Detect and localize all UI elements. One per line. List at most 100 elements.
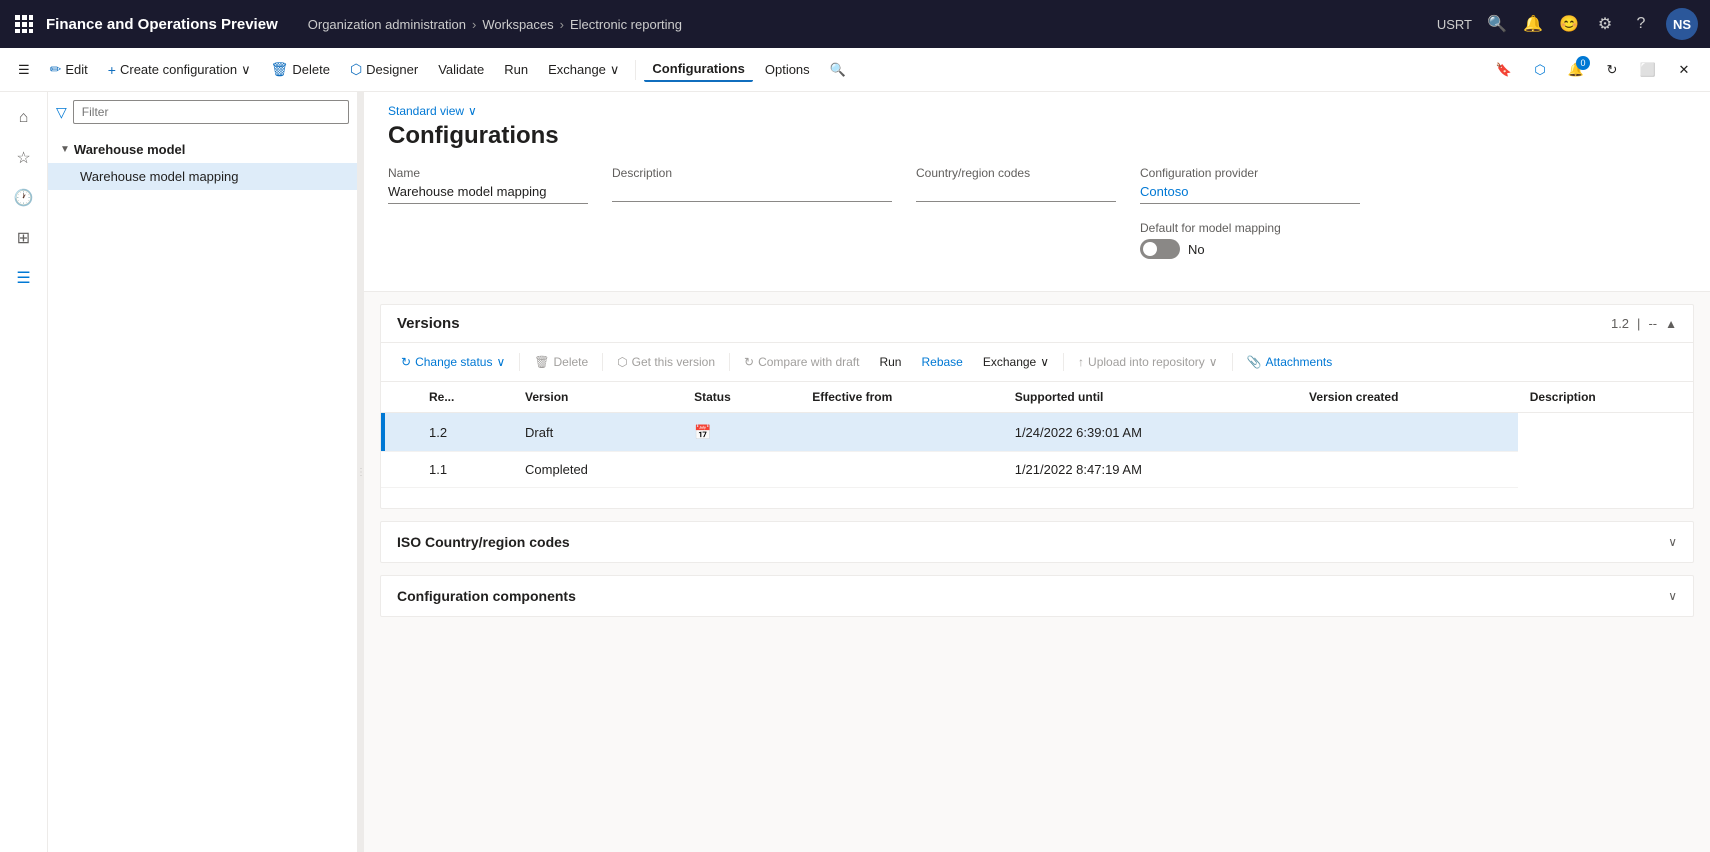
tree-search-input[interactable] (73, 100, 349, 124)
attachments-button[interactable]: 📎 Attachments (1239, 351, 1341, 373)
name-value: Warehouse model mapping (388, 184, 588, 204)
description-value[interactable] (612, 184, 892, 202)
h-scroll-area (381, 488, 1693, 508)
versions-table-body: 1.2 Draft 📅 1/24/2022 6:39:01 AM (381, 413, 1693, 488)
calendar-icon[interactable]: 📅 (694, 424, 711, 440)
run-button[interactable]: Run (496, 58, 536, 81)
top-bar: Finance and Operations Preview Organizat… (0, 0, 1710, 48)
exchange-button[interactable]: Exchange ∨ (540, 58, 627, 82)
sidebar-home-icon[interactable]: ⌂ (6, 100, 42, 136)
col-refresh[interactable] (387, 382, 417, 413)
create-configuration-button[interactable]: + Create configuration ∨ (100, 58, 259, 82)
breadcrumb-sep2: › (560, 17, 564, 32)
settings-icon[interactable]: ⚙ (1594, 13, 1616, 35)
get-version-icon: ⬡ (617, 355, 627, 369)
view-chevron-icon: ∨ (468, 104, 477, 118)
sidebar-clock-icon[interactable]: 🕐 (6, 180, 42, 216)
versions-exchange-button[interactable]: Exchange ∨ (975, 351, 1057, 373)
row2-refresh (387, 452, 417, 488)
change-status-button[interactable]: ↻ Change status ∨ (393, 351, 513, 373)
table-row[interactable]: 1.2 Draft 📅 1/24/2022 6:39:01 AM (381, 413, 1693, 452)
validate-button[interactable]: Validate (430, 58, 492, 81)
default-mapping-toggle[interactable] (1140, 239, 1180, 259)
iso-section-header[interactable]: ISO Country/region codes ∨ (381, 522, 1693, 562)
main-layout: ⌂ ☆ 🕐 ⊞ ☰ ▽ ▼ Warehouse model Warehouse … (0, 92, 1710, 852)
options-tab[interactable]: Options (757, 58, 818, 81)
search-icon[interactable]: 🔍 (1486, 13, 1508, 35)
row2-version: 1.1 (417, 452, 513, 488)
breadcrumb-sep1: › (472, 17, 476, 32)
config-components-section: Configuration components ∨ (380, 575, 1694, 617)
breadcrumb-org[interactable]: Organization administration (308, 17, 466, 32)
col-version[interactable]: Version (513, 382, 682, 413)
col-re[interactable]: Re... (417, 382, 513, 413)
get-this-version-button: ⬡ Get this version (609, 351, 723, 373)
versions-run-button[interactable]: Run (871, 351, 909, 373)
cmd-search-button[interactable]: 🔍 (822, 58, 854, 82)
sidebar-star-icon[interactable]: ☆ (6, 140, 42, 176)
close-icon[interactable]: ✕ (1668, 54, 1700, 86)
col-version-created[interactable]: Version created (1297, 382, 1518, 413)
sidebar-list-icon[interactable]: ☰ (6, 260, 42, 296)
user-icon[interactable]: 😊 (1558, 13, 1580, 35)
rebase-button[interactable]: Rebase (913, 351, 970, 373)
tree-parent-warehouse-model[interactable]: ▼ Warehouse model (48, 136, 357, 163)
iso-section: ISO Country/region codes ∨ (380, 521, 1694, 563)
col-status[interactable]: Status (682, 382, 800, 413)
command-bar: ☰ ✏ Edit + Create configuration ∨ 🗑 Dele… (0, 48, 1710, 92)
dynamics-icon[interactable]: ⬡ (1524, 54, 1556, 86)
versions-delete-button: 🗑 Delete (526, 351, 596, 373)
tree-child-warehouse-model-mapping[interactable]: Warehouse model mapping (48, 163, 357, 190)
versions-collapse-icon[interactable]: ▲ (1665, 317, 1677, 331)
breadcrumb: Organization administration › Workspaces… (308, 17, 1427, 32)
versions-section-header: Versions 1.2 | -- ▲ (381, 305, 1693, 343)
page-title: Configurations (388, 122, 1686, 150)
notifications-badge-button[interactable]: 🔔 0 (1560, 54, 1592, 86)
refresh-icon[interactable]: ↻ (1596, 54, 1628, 86)
hamburger-icon: ☰ (18, 62, 30, 78)
delete-button[interactable]: 🗑 Delete (263, 57, 338, 82)
upload-chevron-icon: ∨ (1209, 355, 1218, 369)
collapse-nav-button[interactable]: ☰ (10, 58, 38, 82)
avatar[interactable]: NS (1666, 8, 1698, 40)
edit-icon: ✏ (50, 61, 62, 78)
breadcrumb-electronic-reporting[interactable]: Electronic reporting (570, 17, 682, 32)
app-grid-icon[interactable] (12, 12, 36, 36)
col-supported-until[interactable]: Supported until (1003, 382, 1297, 413)
change-status-icon: ↻ (401, 355, 411, 369)
toggle-knob (1143, 242, 1157, 256)
versions-toolbar: ↻ Change status ∨ 🗑 Delete ⬡ Get this ve… (381, 343, 1693, 382)
bookmark-icon[interactable]: 🔖 (1488, 54, 1520, 86)
provider-value[interactable]: Contoso (1140, 184, 1360, 204)
designer-button[interactable]: ⬡ Designer (342, 57, 426, 82)
col-effective-from[interactable]: Effective from (800, 382, 1002, 413)
provider-field: Configuration provider Contoso Default f… (1140, 166, 1360, 259)
provider-label: Configuration provider (1140, 166, 1360, 180)
versions-table: Re... Version Status Effective from (381, 382, 1693, 488)
col-description[interactable]: Description (1518, 382, 1693, 413)
iso-chevron-icon: ∨ (1668, 535, 1677, 549)
designer-icon: ⬡ (350, 61, 362, 78)
notification-icon[interactable]: 🔔 (1522, 13, 1544, 35)
row1-description (1297, 413, 1518, 452)
description-label: Description (612, 166, 892, 180)
expand-icon[interactable]: ⬜ (1632, 54, 1664, 86)
versions-section: Versions 1.2 | -- ▲ ↻ Change status ∨ 🗑 (380, 304, 1694, 509)
toggle-label: No (1188, 242, 1205, 257)
help-icon[interactable]: ? (1630, 13, 1652, 35)
table-row[interactable]: 1.1 Completed 1/21/2022 8:47:19 AM (381, 452, 1693, 488)
toggle-row: No (1140, 239, 1360, 259)
standard-view-selector[interactable]: Standard view ∨ (388, 104, 1686, 118)
cmd-separator (635, 60, 636, 80)
country-value[interactable] (916, 184, 1116, 202)
edit-button[interactable]: ✏ Edit (42, 57, 96, 82)
tree-filter-icon[interactable]: ▽ (56, 104, 67, 121)
tree-panel: ▽ ▼ Warehouse model Warehouse model mapp… (48, 92, 358, 852)
row1-version: 1.2 (417, 413, 513, 452)
row1-supported-until (800, 413, 1002, 452)
config-components-header[interactable]: Configuration components ∨ (381, 576, 1693, 616)
breadcrumb-workspaces[interactable]: Workspaces (482, 17, 553, 32)
configurations-tab[interactable]: Configurations (644, 57, 752, 82)
sidebar-grid-icon[interactable]: ⊞ (6, 220, 42, 256)
row2-effective-from (682, 452, 800, 488)
